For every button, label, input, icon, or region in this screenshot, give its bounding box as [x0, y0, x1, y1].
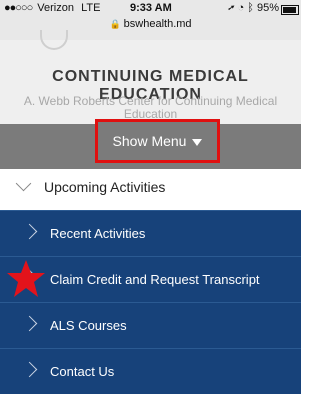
status-indicators: ➚ ◔ ᛒ 95%	[228, 2, 279, 14]
battery-percent: 95%	[256, 2, 279, 14]
chevron-right-icon	[21, 361, 38, 378]
nav-item-label: Recent Activities	[50, 226, 146, 241]
nav-item-label: Claim Credit and Request Transcript	[50, 272, 260, 287]
chevron-down-icon	[15, 175, 32, 192]
show-menu-button[interactable]: Show Menu	[95, 119, 220, 163]
signal-dots-icon: ●●○○○	[4, 2, 33, 14]
bluetooth-icon: ᛒ	[247, 2, 254, 14]
nav-list: Recent Activities Claim Credit and Reque…	[0, 210, 301, 394]
nav-item-contact-us[interactable]: Contact Us	[0, 348, 301, 394]
lock-icon: 🔒	[109, 19, 121, 29]
status-row: ●●○○○ Verizon LTE 9:33 AM ➚ ◔ ᛒ 95%	[0, 2, 301, 18]
url-text: bswhealth.md	[123, 18, 192, 30]
red-star-marker-icon	[7, 260, 45, 297]
battery-icon	[281, 5, 299, 15]
clock: 9:33 AM	[130, 2, 172, 14]
location-arrow-icon: ➚	[227, 2, 235, 14]
logo-partial	[40, 30, 68, 50]
network-type: LTE	[81, 2, 101, 14]
nav-item-upcoming-activities[interactable]: Upcoming Activities	[0, 169, 301, 203]
show-menu-label: Show Menu	[112, 133, 187, 149]
alarm-icon: ◔	[237, 2, 245, 14]
carrier: ●●○○○ Verizon LTE	[4, 2, 100, 14]
nav-item-label: ALS Courses	[50, 318, 127, 333]
nav-item-recent-activities[interactable]: Recent Activities	[0, 210, 301, 256]
chevron-right-icon	[21, 315, 38, 332]
nav-item-label: Upcoming Activities	[44, 179, 166, 195]
nav-item-als-courses[interactable]: ALS Courses	[0, 302, 301, 348]
chevron-right-icon	[21, 223, 38, 240]
caret-down-icon	[192, 138, 203, 146]
nav-item-label: Contact Us	[50, 364, 115, 379]
page-subtitle: A. Webb Roberts Center for Continuing Me…	[23, 95, 278, 121]
carrier-name: Verizon	[37, 2, 74, 14]
url-bar[interactable]: 🔒 bswhealth.md	[0, 18, 301, 30]
